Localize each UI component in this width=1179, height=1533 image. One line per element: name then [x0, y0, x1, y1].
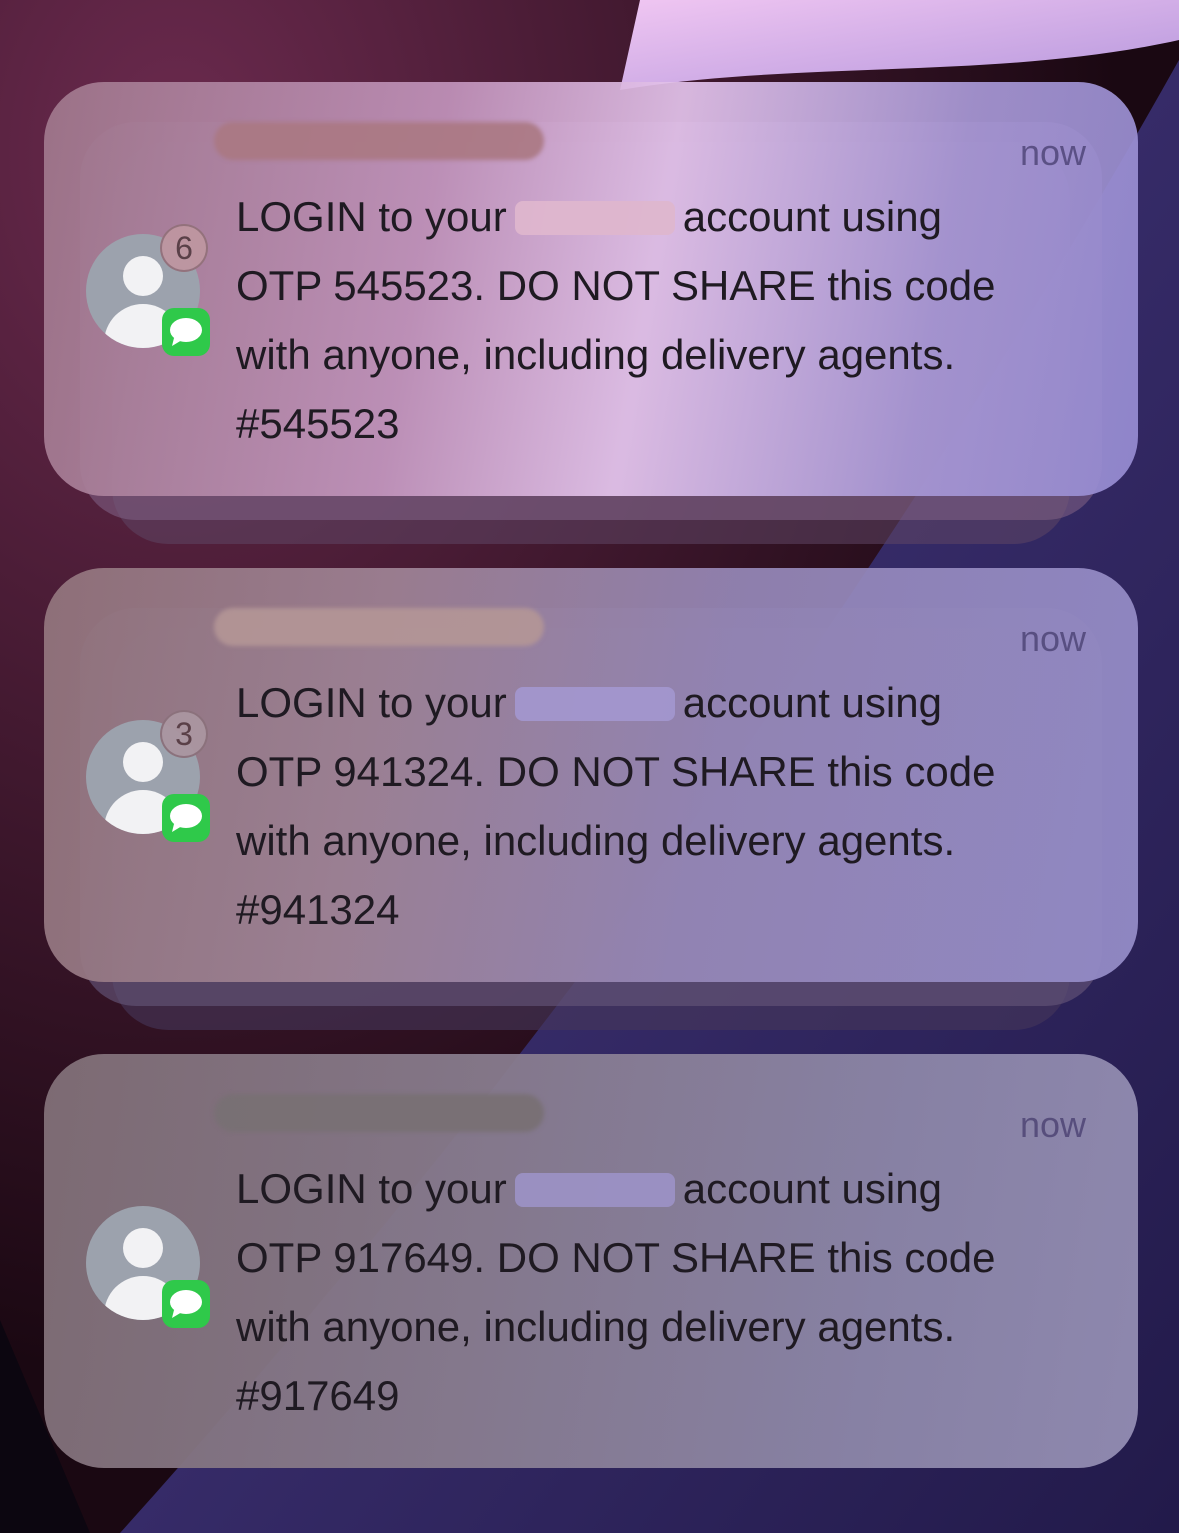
redacted-sender-name	[214, 122, 544, 160]
message-text: with anyone, including delivery agents.	[236, 1303, 956, 1350]
notification-stack[interactable]: now 3 LOGIN to your account using OTP 941…	[44, 568, 1138, 1030]
messages-app-icon	[162, 308, 210, 356]
message-text: account using	[682, 679, 942, 726]
notification-stack[interactable]: now 6 LOGIN to your account using OTP 545…	[44, 82, 1138, 544]
redacted-text	[514, 1173, 675, 1207]
notification-card[interactable]: now 3 LOGIN to your account using OTP 941…	[44, 568, 1138, 982]
message-text: #917649	[236, 1372, 400, 1419]
message-text: LOGIN to your	[236, 1165, 507, 1212]
message-text: OTP 545523. DO NOT SHARE this code	[236, 262, 996, 309]
unread-count-badge: 3	[160, 710, 208, 758]
redacted-text	[514, 201, 675, 235]
message-text: LOGIN to your	[236, 679, 507, 726]
redacted-sender-name	[214, 1094, 544, 1132]
notification-stack[interactable]: now LOGIN to your account using OTP 91764…	[44, 1054, 1138, 1468]
redacted-sender-name	[214, 608, 544, 646]
notification-message: LOGIN to your account using OTP 545523. D…	[236, 182, 1106, 458]
message-text: with anyone, including delivery agents.	[236, 817, 956, 864]
messages-app-icon	[162, 1280, 210, 1328]
notification-message: LOGIN to your account using OTP 941324. D…	[236, 668, 1106, 944]
message-text: with anyone, including delivery agents.	[236, 331, 956, 378]
redacted-text	[514, 687, 675, 721]
message-text: #545523	[236, 400, 400, 447]
notification-message: LOGIN to your account using OTP 917649. D…	[236, 1154, 1106, 1430]
message-text: #941324	[236, 886, 400, 933]
notification-card[interactable]: now 6 LOGIN to your account using OTP 545…	[44, 82, 1138, 496]
unread-count-badge: 6	[160, 224, 208, 272]
notification-card[interactable]: now LOGIN to your account using OTP 91764…	[44, 1054, 1138, 1468]
messages-app-icon	[162, 794, 210, 842]
message-text: account using	[682, 1165, 942, 1212]
message-text: LOGIN to your	[236, 193, 507, 240]
message-text: account using	[682, 193, 942, 240]
notification-time: now	[1019, 1104, 1086, 1145]
message-text: OTP 941324. DO NOT SHARE this code	[236, 748, 996, 795]
message-text: OTP 917649. DO NOT SHARE this code	[236, 1234, 996, 1281]
notification-time: now	[1019, 618, 1086, 659]
notification-time: now	[1019, 132, 1086, 173]
